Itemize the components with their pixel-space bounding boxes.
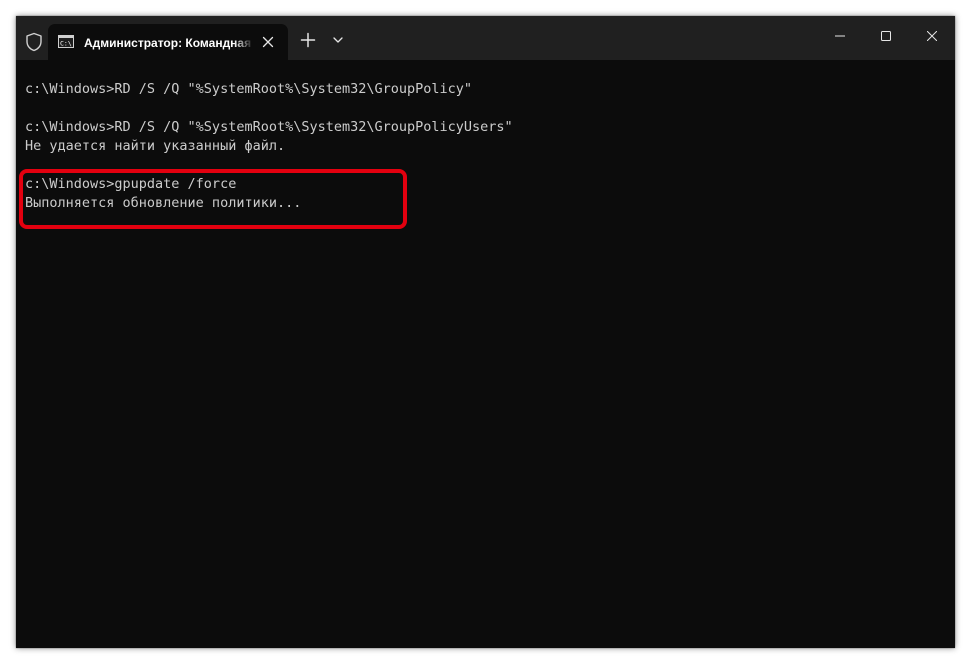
terminal-line: c:\Windows>RD /S /Q "%SystemRoot%\System…: [25, 81, 473, 97]
maximize-icon: [881, 31, 891, 41]
close-icon: [927, 31, 937, 41]
tab-command-prompt[interactable]: C:\ Администратор: Командная строка: [48, 24, 288, 60]
shield-icon: [26, 32, 42, 52]
svg-text:C:\: C:\: [60, 40, 72, 48]
close-icon[interactable]: [260, 34, 276, 50]
minimize-icon: [835, 35, 845, 37]
terminal-window: C:\ Администратор: Командная строка: [16, 16, 955, 648]
tab-title: Администратор: Командная строка: [84, 36, 254, 50]
terminal-line: Не удается найти указанный файл.: [25, 138, 286, 154]
highlight-box: [19, 169, 407, 229]
terminal-line: c:\Windows>RD /S /Q "%SystemRoot%\System…: [25, 119, 513, 135]
cmd-icon: C:\: [58, 35, 74, 48]
title-bar[interactable]: C:\ Администратор: Командная строка: [16, 16, 955, 60]
close-button[interactable]: [909, 16, 955, 56]
maximize-button[interactable]: [863, 16, 909, 56]
plus-icon[interactable]: [300, 32, 316, 48]
chevron-down-icon[interactable]: [332, 35, 344, 45]
minimize-button[interactable]: [817, 16, 863, 56]
